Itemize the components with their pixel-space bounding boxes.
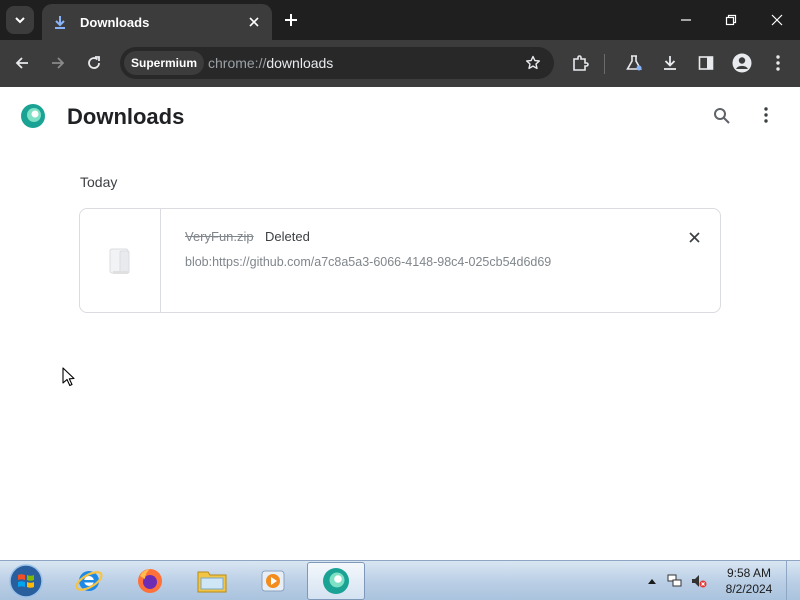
restore-button[interactable]: [721, 10, 741, 30]
windows-start-icon: [9, 564, 43, 598]
volume-muted-icon: [692, 575, 707, 588]
close-icon: [249, 17, 259, 27]
clock-date: 8/2/2024: [725, 582, 773, 596]
chevron-up-icon: [648, 579, 656, 584]
firefox-icon: [138, 569, 162, 593]
labs-button[interactable]: [623, 52, 645, 74]
avatar-icon: [732, 53, 752, 73]
chevron-down-icon: [15, 17, 25, 24]
taskbar-media-player[interactable]: [244, 562, 302, 600]
page-title: Downloads: [67, 104, 185, 129]
star-icon: [526, 55, 540, 70]
clock-time: 9:58 AM: [726, 566, 772, 580]
folder-icon: [197, 571, 227, 593]
tab-title: Downloads: [80, 14, 150, 30]
tab-close-button[interactable]: [246, 14, 262, 30]
internet-explorer-icon: [75, 571, 103, 591]
close-icon: [771, 14, 783, 26]
arrow-left-icon: [15, 57, 28, 69]
side-panel-button[interactable]: [695, 52, 717, 74]
toolbar-separator: [604, 54, 605, 74]
browser-toolbar: Supermium chrome://downloads: [0, 40, 800, 87]
bookmark-star-button[interactable]: [524, 54, 542, 72]
taskbar-firefox[interactable]: [121, 562, 179, 600]
file-icon-area: [80, 209, 161, 312]
supermium-icon: [323, 568, 349, 594]
file-name[interactable]: VeryFun.zip: [185, 229, 254, 244]
url-scheme: chrome://: [208, 55, 267, 71]
tab-strip: Downloads: [0, 0, 800, 40]
media-player-icon: [261, 570, 285, 592]
network-icon: [667, 574, 682, 587]
minimize-button[interactable]: [676, 10, 696, 30]
taskbar-supermium[interactable]: [307, 562, 365, 600]
site-chip[interactable]: Supermium: [124, 51, 205, 75]
taskbar-explorer[interactable]: [183, 562, 241, 600]
search-downloads-button[interactable]: [711, 105, 731, 125]
reload-icon: [88, 56, 100, 69]
mouse-cursor-icon: [62, 367, 75, 387]
show-desktop-button[interactable]: [786, 561, 800, 600]
close-icon: [688, 231, 700, 243]
more-vertical-icon: [764, 107, 768, 123]
downloads-page: Downloads Today VeryFun.zip Deleted blob…: [0, 87, 800, 560]
file-icon: [109, 248, 130, 274]
date-header: Today: [80, 174, 118, 190]
plus-icon: [285, 14, 297, 26]
restore-icon: [725, 14, 737, 26]
download-item: VeryFun.zip Deleted blob:https://github.…: [79, 208, 721, 313]
browser-menu-button[interactable]: [767, 52, 789, 74]
tab-downloads[interactable]: Downloads: [42, 4, 272, 40]
download-icon: [664, 56, 676, 70]
window-close-button[interactable]: [767, 10, 787, 30]
flask-icon: [626, 55, 642, 71]
address-bar[interactable]: Supermium chrome://downloads: [120, 47, 554, 79]
start-button[interactable]: [6, 562, 46, 600]
taskbar: 9:58 AM 8/2/2024: [0, 560, 800, 600]
more-vertical-icon: [776, 55, 780, 71]
arrow-right-icon: [52, 57, 65, 69]
show-hidden-icons-button[interactable]: [644, 573, 660, 589]
download-status: Deleted: [265, 229, 310, 244]
page-menu-button[interactable]: [756, 105, 776, 125]
url-host: downloads: [266, 55, 334, 71]
tray-network[interactable]: [667, 573, 683, 589]
forward-button[interactable]: [47, 52, 69, 74]
tab-search-button[interactable]: [6, 6, 34, 34]
puzzle-icon: [573, 55, 589, 71]
taskbar-clock[interactable]: 9:58 AM 8/2/2024: [716, 565, 782, 597]
minimize-icon: [681, 19, 691, 21]
side-panel-icon: [698, 56, 714, 70]
reload-button[interactable]: [83, 52, 105, 74]
profile-button[interactable]: [731, 52, 753, 74]
url-text[interactable]: chrome://downloads: [208, 47, 333, 79]
tray-volume[interactable]: [691, 573, 707, 589]
supermium-logo-icon: [20, 103, 46, 129]
remove-from-list-button[interactable]: [684, 227, 704, 247]
extensions-button[interactable]: [569, 52, 591, 74]
download-icon: [52, 14, 68, 30]
search-icon: [713, 107, 730, 124]
downloads-button[interactable]: [659, 52, 681, 74]
taskbar-internet-explorer[interactable]: [60, 562, 118, 600]
new-tab-button[interactable]: [281, 10, 301, 30]
download-source-url[interactable]: blob:https://github.com/a7c8a5a3-6066-41…: [185, 255, 551, 269]
back-button[interactable]: [11, 52, 33, 74]
